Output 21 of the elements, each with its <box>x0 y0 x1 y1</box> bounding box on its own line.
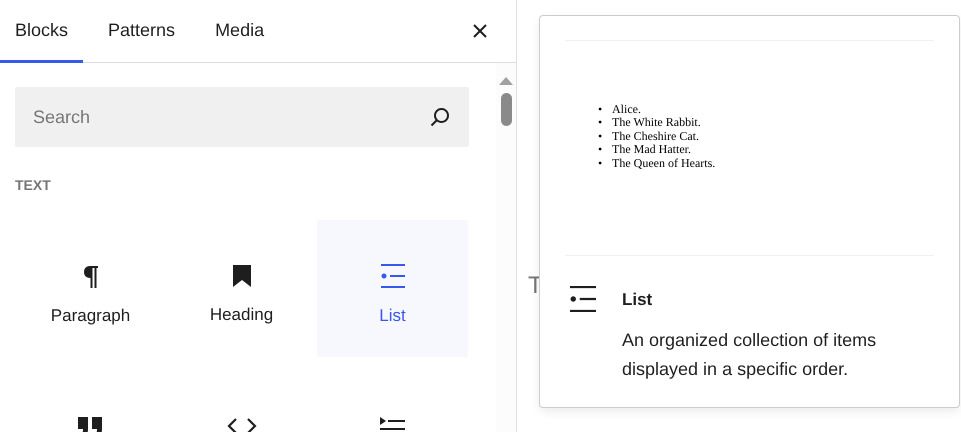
block-item[interactable]: Paragraph <box>15 220 166 357</box>
tab[interactable]: Media <box>200 0 280 63</box>
list-icon <box>380 264 404 288</box>
pilcrow-icon <box>82 264 98 288</box>
tab[interactable]: Patterns <box>93 0 190 63</box>
indented-lines-icon <box>380 417 405 432</box>
bookmark-icon <box>232 264 250 286</box>
preview-list: • Alice. • The White Rabbit. • The Cheshire Cat. • The Mad Hatter. • The Queen of Hearts. <box>565 103 716 170</box>
block-item[interactable]: List <box>317 220 468 357</box>
code-icon <box>226 417 256 432</box>
block-item[interactable]: Heading <box>166 220 317 357</box>
search-icon[interactable] <box>429 106 451 128</box>
scrollbar-thumb[interactable] <box>500 93 512 126</box>
category-heading: TEXT <box>15 177 52 193</box>
list-icon <box>570 286 596 312</box>
tab[interactable]: Blocks <box>0 0 84 63</box>
block-description: An organized collection of items displayed in a specific order. <box>622 329 878 381</box>
close-icon[interactable] <box>472 23 488 39</box>
block-title: List <box>622 290 654 310</box>
scroll-up-icon[interactable] <box>499 77 513 85</box>
search-field[interactable]: Search <box>15 87 469 147</box>
